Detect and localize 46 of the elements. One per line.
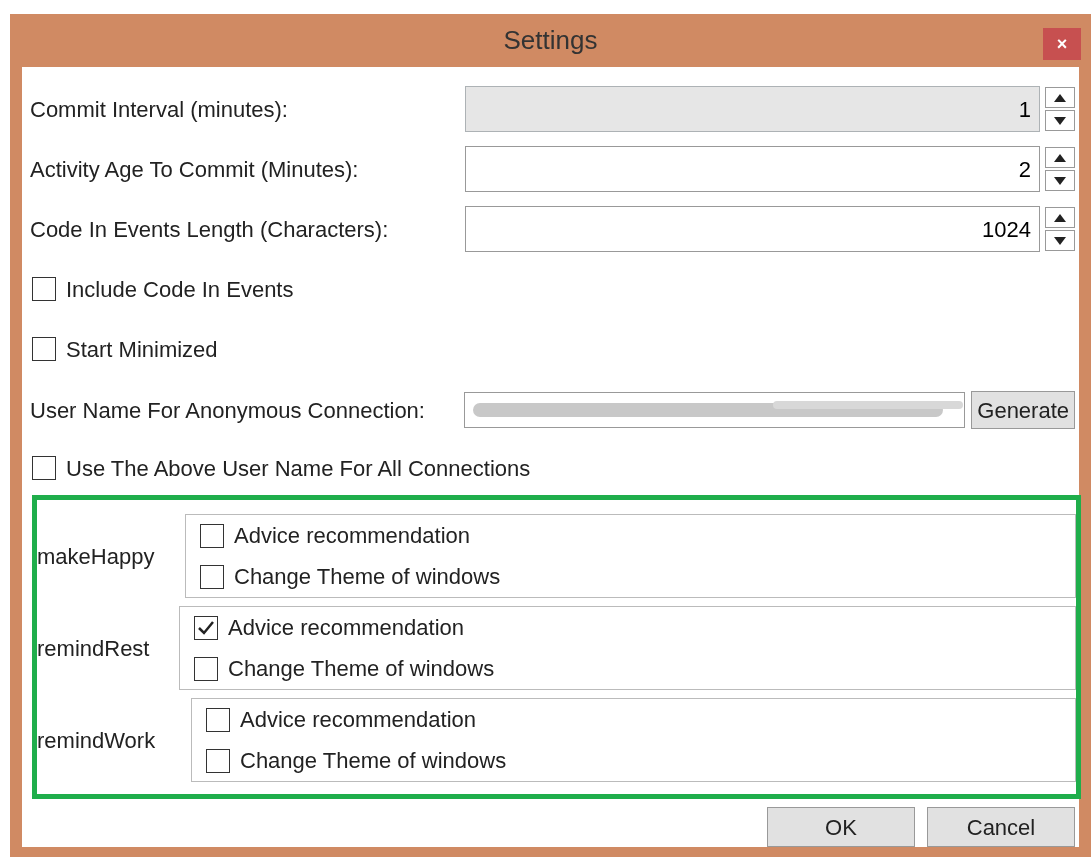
checkbox-label: Include Code In Events xyxy=(66,275,294,304)
checkbox-label: Use The Above User Name For All Connections xyxy=(66,454,531,483)
number-field[interactable]: 1024 xyxy=(465,206,1040,252)
generate-button[interactable]: Generate xyxy=(971,391,1075,429)
checkbox-label: Advice recommendation xyxy=(234,522,470,550)
user-name-field[interactable] xyxy=(463,392,966,428)
decrement-button[interactable] xyxy=(1045,170,1075,191)
checkbox[interactable] xyxy=(206,707,230,732)
checkbox-label: Advice recommendation xyxy=(228,614,464,642)
increment-button[interactable] xyxy=(1045,87,1075,108)
checkbox[interactable] xyxy=(32,456,56,480)
checkbox-label: Advice recommendation xyxy=(240,706,476,734)
group-label: remindWork xyxy=(37,726,157,755)
up-arrow-icon xyxy=(1054,153,1066,162)
increment-button[interactable] xyxy=(1045,207,1075,228)
checkbox-label: Start Minimized xyxy=(66,335,218,364)
checkbox[interactable] xyxy=(194,615,218,640)
close-button[interactable]: × xyxy=(1043,28,1081,60)
field-label: User Name For Anonymous Connection: xyxy=(30,396,426,425)
decrement-button[interactable] xyxy=(1045,110,1075,131)
down-arrow-icon xyxy=(1054,176,1066,185)
field-label: Commit Interval (minutes): xyxy=(30,95,289,124)
checkbox[interactable] xyxy=(200,564,224,589)
checkbox[interactable] xyxy=(194,656,218,681)
group-label: remindRest xyxy=(37,634,151,663)
down-arrow-icon xyxy=(1054,236,1066,245)
group-label: makeHappy xyxy=(37,542,156,571)
up-arrow-icon xyxy=(1054,213,1066,222)
field-label: Code In Events Length (Characters): xyxy=(30,215,390,244)
checkbox-label: Change Theme of windows xyxy=(234,563,501,591)
ok-button[interactable]: OK xyxy=(767,807,915,847)
checkbox-label: Change Theme of windows xyxy=(240,747,507,775)
decrement-button[interactable] xyxy=(1045,230,1075,251)
field-label: Activity Age To Commit (Minutes): xyxy=(30,155,360,184)
checkbox[interactable] xyxy=(32,277,56,301)
checkbox[interactable] xyxy=(32,337,56,361)
checkbox[interactable] xyxy=(200,523,224,548)
window-title: Settings xyxy=(503,24,598,57)
cancel-button[interactable]: Cancel xyxy=(927,807,1075,847)
number-field[interactable]: 2 xyxy=(465,146,1040,192)
down-arrow-icon xyxy=(1054,116,1066,125)
increment-button[interactable] xyxy=(1045,147,1075,168)
checkbox[interactable] xyxy=(206,748,230,773)
up-arrow-icon xyxy=(1054,93,1066,102)
checkbox-label: Change Theme of windows xyxy=(228,655,495,683)
checkmark-icon xyxy=(197,619,215,636)
